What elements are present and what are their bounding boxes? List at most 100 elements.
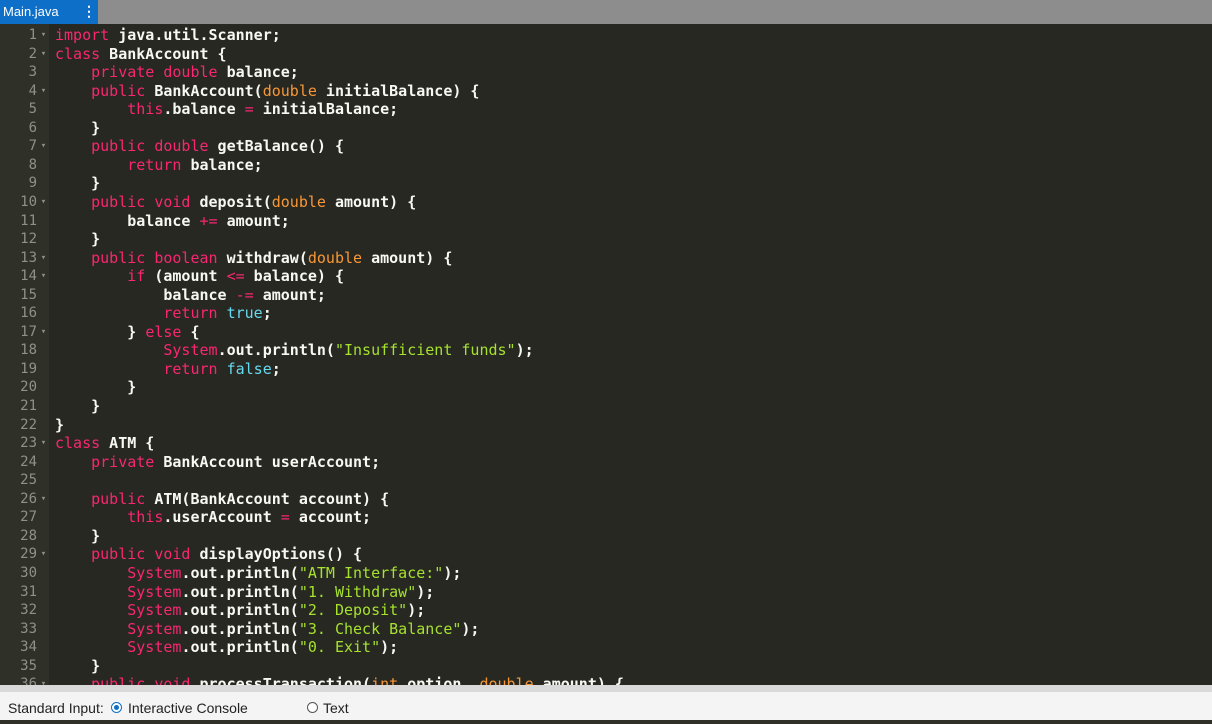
code-text: }	[55, 118, 101, 137]
kebab-menu-icon[interactable]: ⋮	[82, 0, 96, 24]
interactive-console-label[interactable]: Interactive Console	[128, 692, 248, 720]
code-line: 16 return true;	[0, 304, 1212, 323]
fold-toggle-icon[interactable]: ▾	[39, 82, 48, 101]
code-text: } else {	[55, 322, 200, 341]
code-text: System.out.println("Insufficient funds")…	[163, 341, 534, 360]
code-line: 28 }	[0, 527, 1212, 546]
code-text: }	[55, 397, 101, 415]
line-number: 30	[20, 564, 37, 581]
fold-toggle-icon[interactable]: ▾	[39, 249, 48, 268]
code-text: System.out.println("ATM Interface:");	[127, 563, 462, 582]
code-line: 30 System.out.println("ATM Interface:");	[0, 564, 1212, 583]
code-line: 32 System.out.println("2. Deposit");	[0, 601, 1212, 620]
code-text: }	[55, 378, 137, 397]
code-line: 36 ▾ public void processTransaction(int o…	[0, 675, 1212, 685]
tab-bar: Main.java ⋮	[0, 0, 1212, 24]
code-line: 23 ▾ class ATM {	[0, 434, 1212, 453]
code-line: 4 ▾ public BankAccount(double initialBala…	[0, 82, 1212, 101]
line-number: 3	[28, 64, 37, 81]
code-text: System.out.println("1. Withdraw");	[127, 582, 435, 601]
code-line: 24 private BankAccount userAccount;	[0, 453, 1212, 472]
code-line: 18 System.out.println("Insufficient fund…	[0, 341, 1212, 360]
line-number: 21	[20, 398, 37, 414]
code-text: public void displayOptions() {	[91, 545, 363, 564]
code-line: 33 System.out.println("3. Check Balance"…	[0, 620, 1212, 639]
line-number: 6	[28, 119, 37, 136]
code-text: System.out.println("3. Check Balance");	[127, 619, 480, 638]
code-text: class ATM {	[55, 434, 155, 453]
code-text: }	[55, 415, 65, 434]
line-number: 36	[20, 676, 37, 685]
code-line: 35 }	[0, 657, 1212, 676]
code-line: 10 ▾ public void deposit(double amount) {	[0, 193, 1212, 212]
line-number: 28	[20, 527, 37, 544]
line-number: 25	[20, 472, 37, 489]
code-text: this.balance = initialBalance;	[127, 100, 399, 119]
code-text: public BankAccount(double initialBalance…	[91, 81, 480, 100]
code-text: import java.util.Scanner;	[55, 26, 281, 44]
fold-toggle-icon[interactable]: ▾	[39, 490, 48, 509]
code-text: public void processTransaction(int optio…	[91, 675, 624, 685]
code-line: 25	[0, 471, 1212, 490]
code-line: 34 System.out.println("0. Exit");	[0, 638, 1212, 657]
line-number: 4	[28, 82, 37, 99]
code-line: 29 ▾ public void displayOptions() {	[0, 545, 1212, 564]
code-line: 12 }	[0, 230, 1212, 249]
code-line: 2 ▾ class BankAccount {	[0, 45, 1212, 64]
code-text: balance -= amount;	[55, 285, 326, 304]
code-line: 17 ▾ } else {	[0, 323, 1212, 342]
code-text: }	[55, 174, 101, 193]
line-number: 9	[28, 175, 37, 192]
interactive-console-radio[interactable]	[111, 702, 122, 713]
code-editor[interactable]: 1 ▾ import java.util.Scanner; 2 ▾ class BankA…	[0, 24, 1212, 685]
fold-toggle-icon[interactable]: ▾	[39, 267, 48, 286]
code-text: public boolean withdraw(double amount) {	[91, 248, 453, 267]
horizontal-scrollbar[interactable]	[0, 685, 1212, 692]
code-line: 26 ▾ public ATM(BankAccount account) {	[0, 490, 1212, 509]
code-text: return balance;	[127, 155, 263, 174]
line-number: 10	[20, 193, 37, 210]
fold-toggle-icon[interactable]: ▾	[39, 434, 48, 453]
code-line: 9 }	[0, 174, 1212, 193]
code-text: public void deposit(double amount) {	[91, 192, 417, 211]
text-radio[interactable]	[307, 702, 318, 713]
tab-filename: Main.java	[3, 4, 59, 19]
line-number: 17	[20, 323, 37, 340]
code-line: 3 private double balance;	[0, 63, 1212, 82]
line-number: 32	[20, 602, 37, 619]
line-number: 35	[20, 657, 37, 674]
code-line: 5 this.balance = initialBalance;	[0, 100, 1212, 119]
tab-main-java[interactable]: Main.java ⋮	[0, 0, 98, 24]
code-line: 19 return false;	[0, 360, 1212, 379]
fold-toggle-icon[interactable]: ▾	[39, 45, 48, 64]
fold-toggle-icon[interactable]: ▾	[39, 137, 48, 156]
code-text: }	[55, 230, 101, 249]
line-number: 12	[20, 231, 37, 248]
fold-toggle-icon[interactable]: ▾	[39, 675, 48, 685]
line-number: 31	[20, 583, 37, 600]
code-text: return false;	[163, 359, 281, 378]
code-line: 11 balance += amount;	[0, 212, 1212, 231]
code-text: public ATM(BankAccount account) {	[91, 489, 390, 508]
line-number: 33	[20, 620, 37, 637]
line-number: 29	[20, 546, 37, 563]
code-text: return true;	[163, 304, 272, 323]
line-number: 7	[28, 138, 37, 155]
code-text: System.out.println("2. Deposit");	[127, 601, 426, 620]
line-number: 19	[20, 360, 37, 377]
code-text: }	[55, 656, 101, 675]
code-line: 13 ▾ public boolean withdraw(double amoun…	[0, 249, 1212, 268]
code-text: public double getBalance() {	[91, 137, 344, 156]
code-text: System.out.println("0. Exit");	[127, 638, 399, 657]
text-label[interactable]: Text	[323, 692, 349, 720]
line-number: 8	[28, 156, 37, 173]
fold-toggle-icon[interactable]: ▾	[39, 323, 48, 342]
line-number: 1	[28, 27, 37, 43]
fold-toggle-icon[interactable]: ▾	[39, 26, 48, 45]
code-text: this.userAccount = account;	[127, 508, 372, 527]
code-line: 15 balance -= amount;	[0, 286, 1212, 305]
fold-toggle-icon[interactable]: ▾	[39, 545, 48, 564]
line-number: 23	[20, 435, 37, 452]
fold-toggle-icon[interactable]: ▾	[39, 193, 48, 212]
code-line: 27 this.userAccount = account;	[0, 508, 1212, 527]
